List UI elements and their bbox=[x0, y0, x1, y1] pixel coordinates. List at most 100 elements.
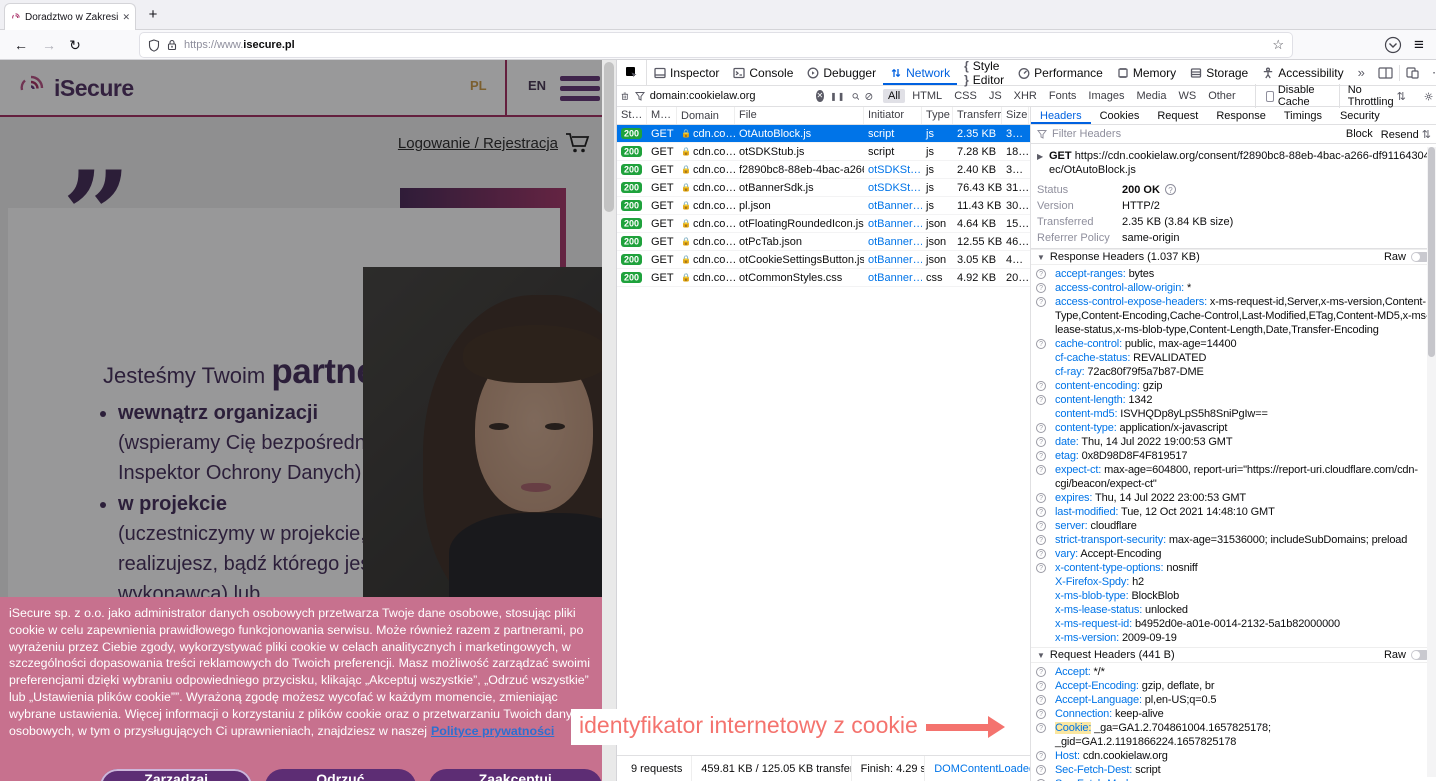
request-row[interactable]: 200GET🔒cdn.co…f2890bc8-88eb-4bac-a266-df… bbox=[617, 161, 1030, 179]
column-header-size[interactable]: Size bbox=[1002, 107, 1029, 124]
header-info-icon[interactable]: ? bbox=[1036, 535, 1046, 545]
header-info-icon[interactable]: ? bbox=[1036, 549, 1046, 559]
header-info-icon[interactable]: ? bbox=[1036, 437, 1046, 447]
type-filter-all[interactable]: All bbox=[883, 89, 905, 103]
type-filter-fonts[interactable]: Fonts bbox=[1044, 89, 1082, 103]
header-info-icon[interactable]: ? bbox=[1036, 297, 1046, 307]
header-name[interactable]: Accept: bbox=[1055, 666, 1091, 678]
raw-toggle-response[interactable]: Raw bbox=[1384, 251, 1431, 263]
type-filter-css[interactable]: CSS bbox=[949, 89, 982, 103]
detail-tab-response[interactable]: Response bbox=[1207, 108, 1275, 124]
request-headers-section-bar[interactable]: ▼ Request Headers (441 B) Raw bbox=[1031, 647, 1436, 663]
tab-performance[interactable]: Performance bbox=[1011, 60, 1110, 85]
initiator-link[interactable]: otBanner… bbox=[868, 218, 922, 230]
reload-icon[interactable]: ↻ bbox=[64, 34, 86, 56]
clear-requests-trash-icon[interactable] bbox=[621, 90, 629, 102]
bookmark-star-icon[interactable]: ☆ bbox=[1272, 37, 1284, 53]
header-name[interactable]: Accept-Language: bbox=[1055, 694, 1142, 706]
header-info-icon[interactable]: ? bbox=[1036, 563, 1046, 573]
site-logo[interactable]: iSecure bbox=[14, 71, 134, 105]
header-info-icon[interactable]: ? bbox=[1036, 423, 1046, 433]
column-header-transferred[interactable]: Transferred bbox=[953, 107, 1002, 124]
search-icon[interactable] bbox=[852, 91, 860, 102]
request-filter-input[interactable]: domain:cookielaw.org bbox=[635, 90, 810, 102]
tab-console[interactable]: Console bbox=[726, 60, 800, 85]
initiator-link[interactable]: otBanner… bbox=[868, 236, 922, 248]
tab-close-icon[interactable]: ✕ bbox=[122, 12, 130, 23]
back-icon[interactable]: ← bbox=[10, 34, 32, 56]
block-button[interactable]: Block bbox=[1346, 128, 1373, 140]
header-name[interactable]: cache-control: bbox=[1055, 338, 1122, 350]
header-name[interactable]: x-ms-request-id: bbox=[1055, 618, 1132, 630]
header-info-icon[interactable]: ? bbox=[1036, 493, 1046, 503]
type-filter-xhr[interactable]: XHR bbox=[1009, 89, 1042, 103]
header-info-icon[interactable]: ? bbox=[1036, 269, 1046, 279]
header-info-icon[interactable]: ? bbox=[1036, 451, 1046, 461]
disable-cache-control[interactable]: Disable Cache bbox=[1255, 84, 1327, 108]
header-info-icon[interactable]: ? bbox=[1036, 465, 1046, 475]
devtools-menu-icon[interactable]: ⋯ bbox=[1425, 65, 1436, 81]
header-name[interactable]: strict-transport-security: bbox=[1055, 534, 1166, 546]
header-info-icon[interactable]: ? bbox=[1036, 283, 1046, 293]
header-name[interactable]: date: bbox=[1055, 436, 1079, 448]
tab-memory[interactable]: Memory bbox=[1110, 60, 1183, 85]
header-info-icon[interactable]: ? bbox=[1036, 521, 1046, 531]
header-name[interactable]: etag: bbox=[1055, 450, 1079, 462]
request-row[interactable]: 200GET🔒cdn.co…OtAutoBlock.jsscriptjs2.35… bbox=[617, 125, 1030, 143]
pocket-icon[interactable] bbox=[1384, 36, 1402, 54]
header-info-icon[interactable]: ? bbox=[1036, 681, 1046, 691]
split-console-icon[interactable] bbox=[1378, 67, 1393, 79]
resend-button[interactable]: Resend ⇅ bbox=[1381, 128, 1431, 141]
header-name[interactable]: Sec-Fetch-Dest: bbox=[1055, 764, 1132, 776]
page-scrollbar[interactable] bbox=[602, 60, 616, 781]
lock-icon[interactable] bbox=[167, 39, 177, 51]
raw-toggle-request[interactable]: Raw bbox=[1384, 649, 1431, 661]
header-name[interactable]: content-md5: bbox=[1055, 408, 1117, 420]
responsive-design-icon[interactable] bbox=[1406, 66, 1419, 79]
tab-network[interactable]: Network bbox=[883, 60, 957, 85]
header-name[interactable]: access-control-expose-headers: bbox=[1055, 296, 1207, 308]
headers-scrollbar[interactable] bbox=[1427, 147, 1436, 777]
response-headers-section-bar[interactable]: ▼ Response Headers (1.037 KB) Raw bbox=[1031, 249, 1436, 265]
tab-debugger[interactable]: Debugger bbox=[800, 60, 883, 85]
request-row[interactable]: 200GET🔒cdn.co…pl.jsonotBanner…js11.43 KB… bbox=[617, 197, 1030, 215]
initiator-link[interactable]: otBanner… bbox=[868, 272, 922, 284]
header-name[interactable]: cf-ray: bbox=[1055, 366, 1085, 378]
privacy-policy-link[interactable]: Polityce prywatności bbox=[431, 724, 554, 738]
throttling-dropdown[interactable]: No Throttling⇅ bbox=[1339, 84, 1414, 108]
header-name[interactable]: accept-ranges: bbox=[1055, 268, 1126, 280]
request-row[interactable]: 200GET🔒cdn.co…otBannerSdk.jsotSDKSt…js76… bbox=[617, 179, 1030, 197]
new-tab-button[interactable]: + bbox=[142, 4, 164, 26]
header-info-icon[interactable]: ? bbox=[1036, 667, 1046, 677]
initiator-link[interactable]: otBanner… bbox=[868, 200, 922, 212]
header-name[interactable]: x-ms-blob-type: bbox=[1055, 590, 1129, 602]
header-info-icon[interactable]: ? bbox=[1036, 395, 1046, 405]
detail-tab-headers[interactable]: Headers bbox=[1031, 108, 1091, 124]
tab-inspector[interactable]: Inspector bbox=[647, 60, 726, 85]
header-name[interactable]: Host: bbox=[1055, 750, 1080, 762]
type-filter-other[interactable]: Other bbox=[1203, 89, 1241, 103]
column-header-st[interactable]: St… bbox=[617, 107, 647, 124]
header-name[interactable]: expires: bbox=[1055, 492, 1092, 504]
initiator-link[interactable]: otSDKSt… bbox=[868, 164, 921, 176]
tab-storage[interactable]: Storage bbox=[1183, 60, 1255, 85]
header-info-icon[interactable]: ? bbox=[1036, 507, 1046, 517]
tab-accessibility[interactable]: Accessibility bbox=[1255, 60, 1350, 85]
browser-tab[interactable]: Doradztwo w Zakresie Ochrony Dany ✕ bbox=[4, 3, 136, 30]
filter-headers-input[interactable]: Filter Headers bbox=[1052, 128, 1121, 140]
header-name[interactable]: content-type: bbox=[1055, 422, 1117, 434]
header-info-icon[interactable]: ? bbox=[1036, 339, 1046, 349]
cart-icon[interactable] bbox=[564, 131, 590, 155]
tab-style-editor[interactable]: { }Style Editor bbox=[957, 60, 1011, 85]
column-header-domain[interactable]: Domain bbox=[677, 107, 735, 124]
header-name[interactable]: Connection: bbox=[1055, 708, 1112, 720]
accept-all-button[interactable]: Zaakceptuj wszystkie bbox=[429, 769, 603, 781]
type-filter-images[interactable]: Images bbox=[1083, 89, 1129, 103]
column-header-m[interactable]: M… bbox=[647, 107, 677, 124]
request-row[interactable]: 200GET🔒cdn.co…otSDKStub.jsscriptjs7.28 K… bbox=[617, 143, 1030, 161]
header-name[interactable]: vary: bbox=[1055, 548, 1078, 560]
header-name[interactable]: access-control-allow-origin: bbox=[1055, 282, 1184, 294]
type-filter-media[interactable]: Media bbox=[1131, 89, 1171, 103]
expand-triangle-icon[interactable]: ▶ bbox=[1037, 150, 1043, 164]
request-row[interactable]: 200GET🔒cdn.co…otFloatingRoundedIcon.json… bbox=[617, 215, 1030, 233]
